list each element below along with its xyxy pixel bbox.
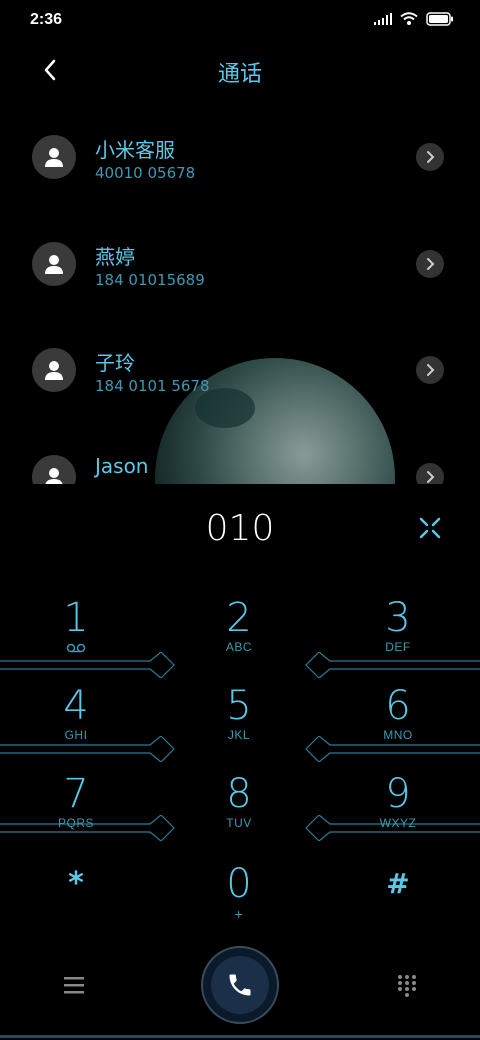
person-icon — [45, 148, 63, 167]
key-digit: 0 — [226, 861, 252, 907]
key-letters: MNO — [383, 728, 413, 742]
avatar — [32, 242, 76, 286]
wifi-icon — [400, 12, 418, 25]
signal-icon — [374, 13, 392, 25]
bottom-bar — [0, 940, 480, 1040]
voicemail-icon — [66, 643, 86, 653]
key-9[interactable]: 9 WXYZ — [338, 772, 458, 852]
header: 通话 — [0, 50, 480, 90]
contact-item[interactable]: Jason — [0, 430, 480, 484]
chevron-right-icon — [427, 258, 435, 270]
key-8[interactable]: 8 TUV — [179, 772, 299, 852]
key-digit: 1 — [63, 595, 89, 641]
chevron-right-icon — [427, 151, 435, 163]
key-digit: 9 — [385, 771, 411, 817]
contact-name: 子玲 — [95, 351, 135, 375]
key-0[interactable]: 0 + — [179, 862, 299, 942]
key-letters: JKL — [227, 728, 251, 742]
key-digit: 8 — [226, 771, 252, 817]
contact-name: 燕婷 — [95, 245, 135, 269]
key-digit: 3 — [385, 595, 411, 641]
key-1[interactable]: 1 — [16, 596, 136, 676]
key-letters: TUV — [226, 816, 252, 830]
key-letters: GHI — [64, 728, 88, 742]
contact-name: 小米客服 — [95, 138, 175, 162]
dialed-number-display: 010 — [0, 500, 480, 560]
key-digit: 7 — [63, 771, 89, 817]
key-7[interactable]: 7 PQRS — [16, 772, 136, 852]
person-icon — [45, 255, 63, 274]
dialed-number: 010 — [205, 508, 275, 549]
menu-button[interactable] — [60, 973, 88, 997]
status-icons — [374, 12, 454, 26]
contact-item[interactable]: 小米客服 40010 05678 — [0, 110, 480, 200]
call-button-inner — [211, 956, 269, 1014]
phone-icon — [229, 974, 251, 996]
call-button[interactable] — [201, 946, 279, 1024]
contact-list: 小米客服 40010 05678 燕婷 184 01015689 子玲 184 … — [0, 110, 480, 484]
contact-number: 184 01015689 — [95, 271, 205, 289]
key-star[interactable]: * — [16, 862, 136, 942]
chevron-right-icon — [427, 471, 435, 483]
contact-detail-button[interactable] — [416, 250, 444, 278]
contact-number: 184 0101 5678 — [95, 377, 210, 395]
contact-item[interactable]: 燕婷 184 01015689 — [0, 217, 480, 307]
contact-name: Jason — [95, 454, 149, 478]
key-3[interactable]: 3 DEF — [338, 596, 458, 676]
key-5[interactable]: 5 JKL — [179, 684, 299, 764]
battery-icon — [426, 12, 453, 26]
contact-detail-button[interactable] — [416, 463, 444, 484]
status-time: 2:36 — [30, 11, 63, 28]
page-title: 通话 — [217, 62, 262, 87]
key-hash[interactable]: # — [338, 862, 458, 942]
key-letters: ABC — [225, 640, 253, 654]
dialpad-button[interactable] — [396, 973, 418, 997]
menu-icon — [64, 977, 84, 994]
key-digit: # — [386, 867, 410, 900]
key-letters: + — [234, 906, 244, 922]
key-4[interactable]: 4 GHI — [16, 684, 136, 764]
dialpad-icon — [398, 975, 416, 997]
key-letters: PQRS — [57, 816, 94, 830]
key-letters: WXYZ — [379, 816, 417, 830]
chevron-right-icon — [427, 364, 435, 376]
avatar — [32, 348, 76, 392]
key-6[interactable]: 6 MNO — [338, 684, 458, 764]
key-digit: 4 — [63, 683, 89, 729]
person-icon — [45, 361, 63, 380]
contact-detail-button[interactable] — [416, 356, 444, 384]
key-digit: 6 — [385, 683, 411, 729]
avatar — [32, 135, 76, 179]
key-2[interactable]: 2 ABC — [179, 596, 299, 676]
clear-button[interactable] — [416, 514, 444, 542]
key-digit: 2 — [226, 595, 252, 641]
contact-detail-button[interactable] — [416, 143, 444, 171]
bottom-divider — [0, 1035, 480, 1038]
key-digit: 5 — [226, 683, 252, 729]
contact-number: 40010 05678 — [95, 164, 196, 182]
key-letters: DEF — [385, 640, 411, 654]
status-bar: 2:36 — [0, 0, 480, 40]
avatar — [32, 455, 76, 484]
clear-icon — [419, 517, 441, 539]
person-icon — [45, 468, 63, 484]
key-digit: * — [68, 866, 84, 901]
contact-item[interactable]: 子玲 184 0101 5678 — [0, 323, 480, 413]
